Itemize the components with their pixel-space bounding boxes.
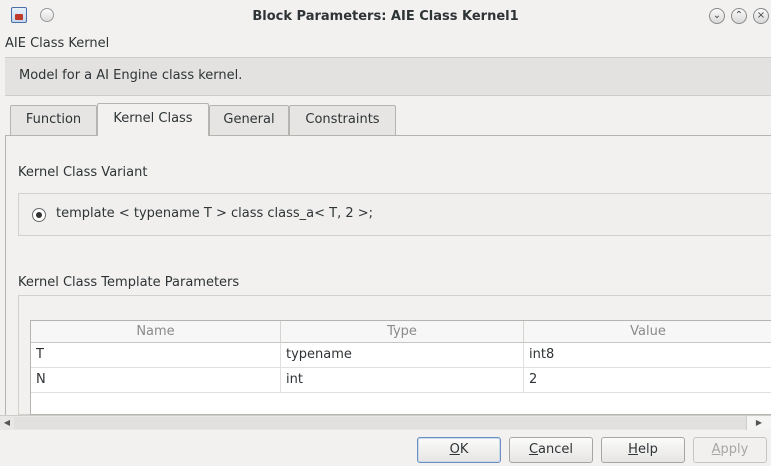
variant-option-label[interactable]: template < typename T > class class_a< T… <box>56 206 373 221</box>
cancel-label-rest: ancel <box>538 442 574 457</box>
help-button[interactable]: Help <box>601 437 685 463</box>
apply-label-rest: pply <box>720 442 749 457</box>
cancel-button[interactable]: Cancel <box>509 437 593 463</box>
table-cell-name[interactable]: N <box>31 368 281 393</box>
tab-constraints[interactable]: Constraints <box>289 105 396 135</box>
scroll-left-icon[interactable]: ◀ <box>0 416 14 430</box>
tab-function[interactable]: Function <box>10 105 97 135</box>
description-box: Model for a AI Engine class kernel. <box>5 57 771 96</box>
title-bar: Block Parameters: AIE Class Kernel1 ⌄ ⌃ … <box>0 0 771 32</box>
horizontal-scrollbar[interactable]: ◀ ▶ <box>0 415 771 430</box>
block-type-label: AIE Class Kernel <box>5 36 110 51</box>
column-header-value[interactable]: Value <box>524 321 771 343</box>
tab-general[interactable]: General <box>209 105 289 135</box>
scroll-right-area[interactable]: ▶ <box>746 416 771 430</box>
block-description: Model for a AI Engine class kernel. <box>19 68 243 83</box>
column-header-type[interactable]: Type <box>281 321 524 343</box>
column-header-name[interactable]: Name <box>31 321 281 343</box>
table-cell-value[interactable]: int8 <box>524 343 771 368</box>
table-cell-type[interactable]: typename <box>281 343 524 368</box>
help-mnemonic: H <box>628 442 638 457</box>
tab-kernel-class[interactable]: Kernel Class <box>97 103 209 136</box>
minimize-icon[interactable]: ⌄ <box>709 8 725 24</box>
template-parameters-table: Name Type Value T typename int8 N int 2 <box>30 320 771 415</box>
variant-radio-button[interactable] <box>32 208 46 222</box>
help-label-rest: elp <box>637 442 658 457</box>
ok-button[interactable]: OK <box>417 437 501 463</box>
apply-mnemonic: A <box>711 442 721 457</box>
table-cell-value[interactable]: 2 <box>524 368 771 393</box>
maximize-icon[interactable]: ⌃ <box>731 8 747 24</box>
scroll-right-icon[interactable]: ▶ <box>752 416 766 430</box>
window-title: Block Parameters: AIE Class Kernel1 <box>252 9 519 24</box>
kernel-class-variant-heading: Kernel Class Variant <box>18 165 148 180</box>
cancel-mnemonic: C <box>528 442 539 457</box>
table-cell-type[interactable]: int <box>281 368 524 393</box>
variant-group: template < typename T > class class_a< T… <box>18 193 771 236</box>
close-icon[interactable]: × <box>753 8 769 24</box>
template-parameters-heading: Kernel Class Template Parameters <box>18 275 240 290</box>
scroll-track[interactable] <box>14 417 746 429</box>
ok-mnemonic: O <box>449 442 460 457</box>
ok-label-rest: K <box>459 442 469 457</box>
apply-button[interactable]: Apply <box>693 437 767 463</box>
table-cell-name[interactable]: T <box>31 343 281 368</box>
